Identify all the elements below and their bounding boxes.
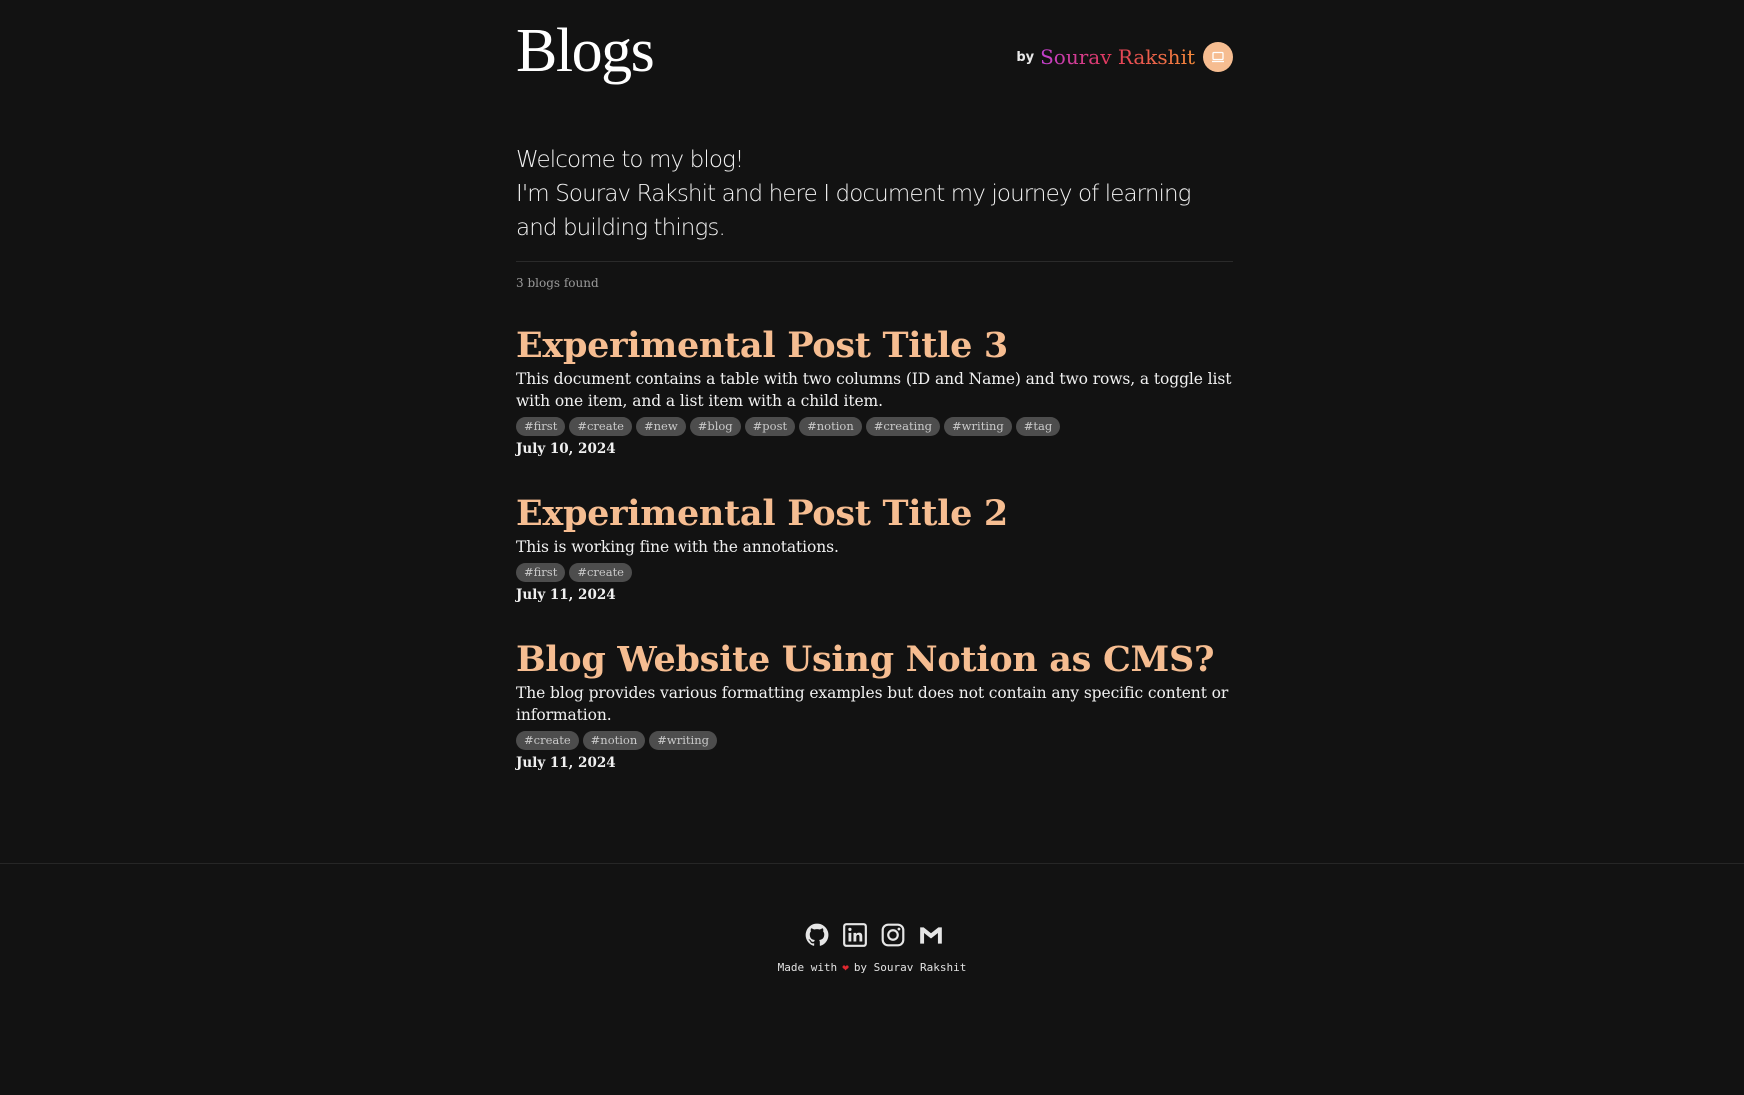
tag-list: #first #create #new #blog #post #notion … [516, 417, 1233, 436]
post-date: July 10, 2024 [516, 441, 616, 457]
tag-list: #create #notion #writing [516, 731, 1233, 750]
post-card[interactable]: Blog Website Using Notion as CMS? The bl… [516, 638, 1233, 773]
by-label: by [1016, 49, 1035, 65]
site-header: Blogs by Sourav Rakshit [516, 0, 1233, 92]
theme-toggle-icon[interactable] [1203, 42, 1233, 72]
author-name[interactable]: Sourav Rakshit [1040, 45, 1195, 69]
tag[interactable]: #creating [865, 417, 941, 436]
post-card[interactable]: Experimental Post Title 3 This document … [516, 324, 1233, 459]
page-container: Blogs by Sourav Rakshit Welcome to my bl… [516, 0, 1233, 771]
footer-author: by Sourav Rakshit [853, 961, 967, 974]
post-title[interactable]: Experimental Post Title 3 [516, 324, 1233, 368]
tag[interactable]: #create [569, 417, 632, 436]
intro-line-2: I'm Sourav Rakshit and here I document m… [516, 181, 1191, 241]
post-title[interactable]: Experimental Post Title 2 [516, 492, 1233, 536]
tag[interactable]: #notion [582, 731, 646, 750]
divider [516, 261, 1233, 262]
site-title[interactable]: Blogs [516, 16, 655, 86]
tag[interactable]: #create [516, 731, 579, 750]
instagram-icon[interactable] [880, 922, 906, 948]
tag[interactable]: #create [569, 563, 632, 582]
social-links [804, 922, 944, 948]
blog-count: 3 blogs found [516, 276, 599, 290]
post-card[interactable]: Experimental Post Title 2 This is workin… [516, 492, 1233, 605]
footer-credit: Made with ❤ by Sourav Rakshit [0, 961, 1744, 974]
tag[interactable]: #writing [649, 731, 718, 750]
post-description: The blog provides various formatting exa… [516, 684, 1229, 724]
tag[interactable]: #post [744, 417, 796, 436]
intro-line-1: Welcome to my blog! [516, 147, 744, 173]
github-icon[interactable] [804, 922, 830, 948]
linkedin-icon[interactable] [842, 922, 868, 948]
post-description: This is working fine with the annotation… [516, 538, 839, 556]
author-byline: by Sourav Rakshit [1016, 42, 1233, 72]
tag[interactable]: #new [636, 417, 686, 436]
post-description: This document contains a table with two … [516, 370, 1232, 410]
footer-divider [0, 863, 1744, 864]
tag[interactable]: #writing [944, 417, 1012, 436]
tag[interactable]: #blog [689, 417, 741, 436]
made-with-label: Made with [777, 961, 838, 974]
laptop-icon [1212, 51, 1224, 63]
heart-icon: ❤ [842, 961, 849, 974]
post-date: July 11, 2024 [516, 587, 616, 603]
post-date: July 11, 2024 [516, 755, 616, 771]
intro-text: Welcome to my blog! I'm Sourav Rakshit a… [516, 143, 1233, 245]
gmail-icon[interactable] [918, 922, 944, 948]
tag[interactable]: #first [516, 417, 566, 436]
tag[interactable]: #first [516, 563, 566, 582]
tag[interactable]: #notion [799, 417, 862, 436]
tag-list: #first #create [516, 563, 1233, 582]
post-title[interactable]: Blog Website Using Notion as CMS? [516, 638, 1233, 682]
tag[interactable]: #tag [1015, 417, 1061, 436]
